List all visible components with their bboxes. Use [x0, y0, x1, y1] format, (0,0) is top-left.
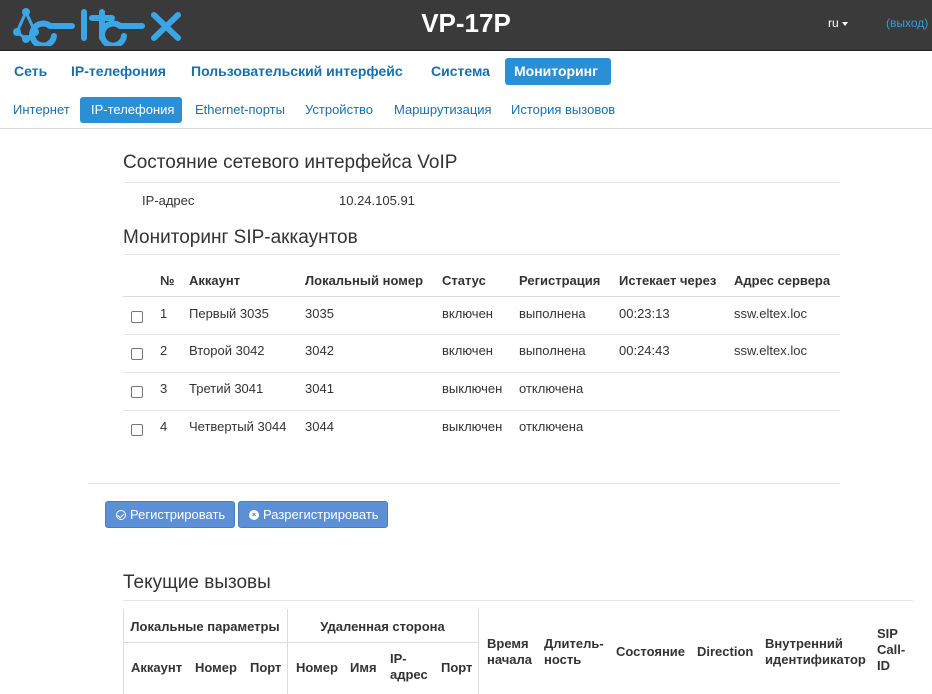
sip-monitor-title: Мониторинг SIP-аккаунтов — [123, 227, 358, 248]
col-remote-ip: IP-адрес — [390, 651, 428, 682]
col-account: Аккаунт — [189, 273, 241, 288]
unregister-button-label: Разрегистрировать — [263, 507, 379, 522]
voip-status-title: Состояние сетевого интерфейса VoIP — [123, 152, 458, 173]
row-account: Третий 3041 — [189, 381, 264, 396]
row-num: 2 — [160, 343, 168, 358]
row-registration: отключена — [519, 381, 584, 396]
col-remote-number: Номер — [296, 660, 338, 675]
row-local-number: 3044 — [305, 419, 334, 434]
group-local-params: Локальные параметры — [130, 619, 280, 634]
col-local-account: Аккаунт — [131, 660, 183, 675]
main-nav: Сеть IP-телефония Пользовательский интер… — [0, 52, 932, 92]
row-checkbox[interactable] — [131, 386, 143, 398]
row-server: ssw.eltex.loc — [734, 306, 807, 321]
nav-network[interactable]: Сеть — [5, 58, 56, 85]
col-remote-name: Имя — [350, 660, 377, 675]
col-num: № — [160, 273, 175, 288]
nav-user-interface[interactable]: Пользовательский интерфейс — [182, 58, 412, 85]
register-button[interactable]: Регистрировать — [105, 501, 235, 528]
row-checkbox[interactable] — [131, 311, 143, 323]
row-server: ssw.eltex.loc — [734, 343, 807, 358]
row-registration: отключена — [519, 419, 584, 434]
col-remote-port: Порт — [441, 660, 473, 675]
ip-address-label: IP-адрес — [142, 193, 195, 208]
row-account: Четвертый 3044 — [189, 419, 287, 434]
subnav-ethernet-ports[interactable]: Ethernet-порты — [184, 97, 296, 123]
row-account: Второй 3042 — [189, 343, 265, 358]
row-status: выключен — [442, 419, 503, 434]
col-direction: Direction — [697, 644, 754, 659]
current-calls-title: Текущие вызовы — [123, 572, 271, 593]
col-expires: Истекает через — [619, 273, 717, 288]
row-local-number: 3041 — [305, 381, 334, 396]
subnav-ip-telephony[interactable]: IP-телефония — [80, 97, 182, 123]
group-remote-side: Удаленная сторона — [320, 619, 445, 634]
divider — [88, 483, 840, 484]
row-expires: 00:24:43 — [619, 343, 670, 358]
check-circle-icon — [116, 510, 126, 520]
sub-nav: Интернет IP-телефония Ethernet-порты Уст… — [0, 92, 932, 129]
col-state: Состояние — [616, 644, 686, 659]
row-registration: выполнена — [519, 343, 586, 358]
row-num: 3 — [160, 381, 168, 396]
x-circle-icon — [249, 510, 259, 520]
row-status: включен — [442, 343, 493, 358]
row-checkbox[interactable] — [131, 348, 143, 360]
row-num: 1 — [160, 306, 168, 321]
nav-ip-telephony[interactable]: IP-телефония — [62, 58, 175, 85]
product-title: VP-17P — [421, 8, 511, 38]
row-account: Первый 3035 — [189, 306, 269, 321]
row-divider — [123, 334, 840, 335]
row-divider — [123, 372, 840, 373]
col-server: Адрес сервера — [734, 273, 831, 288]
divider — [123, 254, 840, 255]
subnav-internet[interactable]: Интернет — [2, 97, 81, 123]
row-status: выключен — [442, 381, 503, 396]
register-button-label: Регистрировать — [130, 507, 226, 522]
col-status: Статус — [442, 273, 486, 288]
subnav-routing[interactable]: Маршрутизация — [383, 97, 503, 123]
col-local-port: Порт — [250, 660, 282, 675]
row-local-number: 3042 — [305, 343, 334, 358]
divider — [123, 600, 913, 601]
language-select[interactable]: ru — [828, 16, 848, 30]
row-checkbox[interactable] — [131, 424, 143, 436]
row-num: 4 — [160, 419, 168, 434]
caret-down-icon — [841, 21, 848, 26]
col-duration: Длитель-ность — [544, 636, 604, 667]
table-border — [123, 642, 478, 643]
col-sip-call-id: SIP Call-ID — [877, 626, 906, 673]
divider — [123, 182, 840, 183]
ip-address-value: 10.24.105.91 — [339, 193, 415, 208]
unregister-button[interactable]: Разрегистрировать — [238, 501, 388, 528]
nav-monitoring[interactable]: Мониторинг — [505, 58, 611, 85]
table-header-divider — [123, 296, 840, 297]
top-header: VP-17P ru (выход) — [0, 0, 932, 51]
row-registration: выполнена — [519, 306, 586, 321]
col-local-number: Номер — [195, 660, 237, 675]
row-divider — [123, 410, 840, 411]
table-border — [478, 609, 479, 694]
subnav-device[interactable]: Устройство — [294, 97, 384, 123]
col-internal-id: Внутренний идентификатор — [765, 636, 866, 667]
logout-link[interactable]: (выход) — [886, 16, 928, 30]
subnav-call-history[interactable]: История вызовов — [500, 97, 626, 123]
nav-system[interactable]: Система — [422, 58, 499, 85]
row-local-number: 3035 — [305, 306, 334, 321]
col-registration: Регистрация — [519, 273, 601, 288]
col-start-time: Время начала — [487, 636, 533, 667]
col-local-number: Локальный номер — [305, 273, 424, 288]
language-label: ru — [828, 16, 839, 30]
row-expires: 00:23:13 — [619, 306, 670, 321]
row-status: включен — [442, 306, 493, 321]
